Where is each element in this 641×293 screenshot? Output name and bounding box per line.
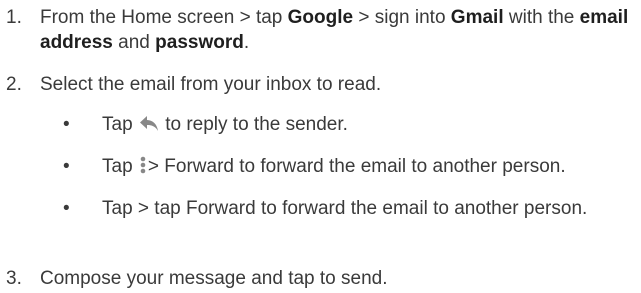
google-label: Google xyxy=(287,7,354,28)
reply-icon xyxy=(138,113,160,140)
step-text: From the Home screen > tap Google > sign… xyxy=(40,5,641,55)
step-text-part: with the xyxy=(503,7,580,28)
bullet-reply: • Tap to reply to the sender. xyxy=(0,112,641,140)
bullet-dot: • xyxy=(63,156,70,177)
step-text-part: From the Home screen > tap xyxy=(40,7,288,28)
bullet-forward: • Tap > tap Forward to forward the email… xyxy=(0,196,641,221)
gmail-label: Gmail xyxy=(450,7,504,28)
bullet-text: Tap to reply to the sender. xyxy=(102,112,641,140)
step-number: 3. xyxy=(6,268,22,289)
bullet-dot: • xyxy=(63,114,70,135)
step-number: 1. xyxy=(6,7,22,28)
bullet-forward-menu: • Tap > Forward to forward the email to … xyxy=(0,154,641,182)
password-label: password xyxy=(155,32,244,53)
step-3: 3. Compose your message and tap to send. xyxy=(0,266,641,291)
bullet-text-part: Tap xyxy=(102,156,138,177)
step-2: 2. Select the email from your inbox to r… xyxy=(0,72,641,97)
bullet-text-part: to reply to the sender. xyxy=(159,114,348,135)
step-text: Compose your message and tap to send. xyxy=(40,268,388,289)
step-text-part: > sign into xyxy=(353,7,451,28)
bullet-text: Tap > tap Forward to forward the email t… xyxy=(102,198,588,219)
step-number: 2. xyxy=(6,74,22,95)
bullet-text-part: Tap xyxy=(102,114,138,135)
step-text: Select the email from your inbox to read… xyxy=(40,74,382,95)
step-text-part: and xyxy=(112,32,156,53)
more-vert-icon xyxy=(138,155,148,182)
bullet-text-part: > Forward to forward the email to anothe… xyxy=(147,156,566,177)
bullet-text: Tap > Forward to forward the email to an… xyxy=(102,154,641,182)
step-text-part: . xyxy=(243,32,250,53)
bullet-dot: • xyxy=(63,198,70,219)
step-1: 1. From the Home screen > tap Google > s… xyxy=(0,5,641,55)
